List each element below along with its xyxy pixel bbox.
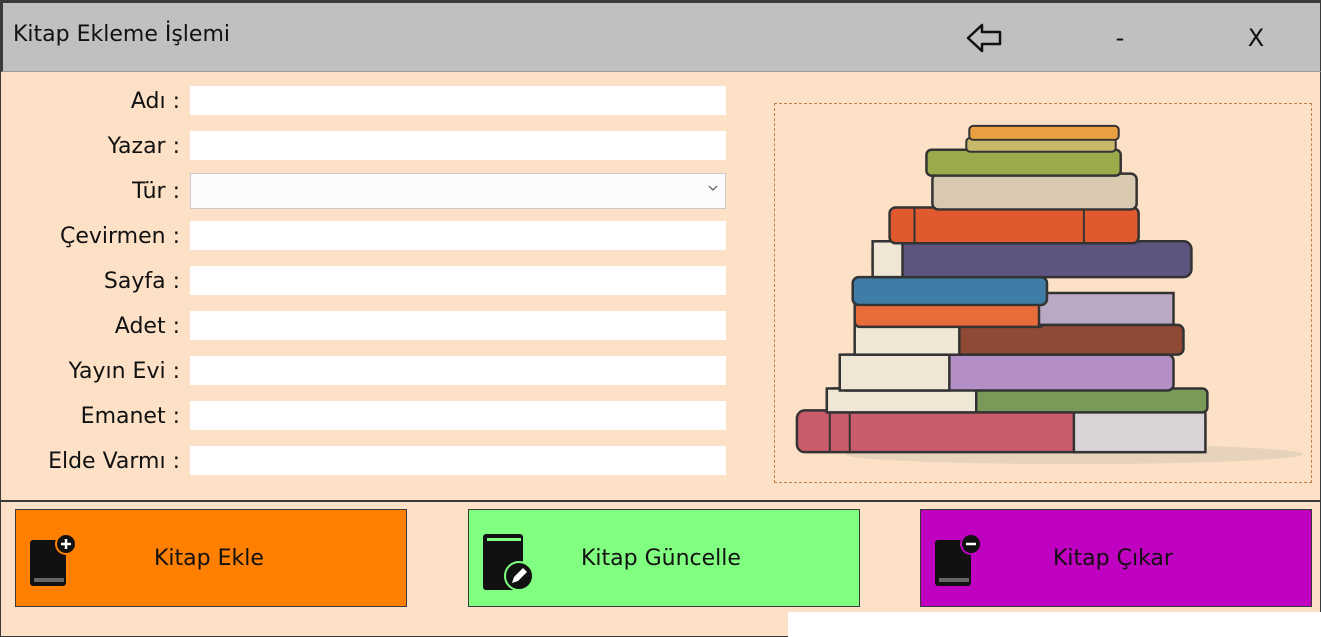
book-add-icon — [30, 533, 77, 586]
background-strip — [788, 612, 1321, 637]
genre-label: Tür : — [132, 179, 180, 204]
window-title: Kitap Ekleme İşlemi — [13, 22, 230, 47]
name-input[interactable] — [190, 86, 726, 115]
back-button[interactable] — [958, 13, 1012, 63]
remove-book-button[interactable]: Kitap Çıkar — [920, 509, 1312, 607]
close-button[interactable]: X — [1229, 13, 1283, 63]
name-label: Adı : — [130, 89, 180, 114]
translator-label: Çevirmen : — [59, 224, 180, 249]
author-label: Yazar : — [107, 134, 180, 159]
publisher-input[interactable] — [190, 356, 726, 385]
book-stack-illustration — [795, 124, 1304, 465]
loan-label: Emanet : — [80, 404, 180, 429]
quantity-label: Adet : — [114, 314, 180, 339]
genre-select[interactable] — [190, 173, 726, 209]
add-book-label: Kitap Ekle — [154, 545, 264, 571]
pages-input[interactable] — [190, 266, 726, 295]
translator-input[interactable] — [190, 221, 726, 250]
loan-input[interactable] — [190, 401, 726, 430]
in-stock-input[interactable] — [190, 446, 726, 475]
publisher-label: Yayın Evi : — [68, 359, 180, 384]
remove-book-label: Kitap Çıkar — [1053, 545, 1173, 571]
section-divider — [1, 500, 1321, 502]
pages-label: Sayfa : — [103, 269, 180, 294]
chevron-down-icon — [708, 185, 718, 191]
quantity-input[interactable] — [190, 311, 726, 340]
update-book-button[interactable]: Kitap Güncelle — [468, 509, 860, 607]
back-arrow-icon — [966, 23, 1002, 53]
book-edit-icon — [483, 534, 533, 591]
book-add-window: Kitap Ekleme İşlemi - X Adı : Yazar : Tü… — [0, 0, 1321, 637]
title-bar: Kitap Ekleme İşlemi - X — [1, 1, 1321, 72]
add-book-button[interactable]: Kitap Ekle — [15, 509, 407, 607]
book-remove-icon — [935, 533, 982, 586]
book-stack-image — [774, 103, 1312, 483]
in-stock-label: Elde Varmı : — [48, 449, 180, 474]
minimize-button[interactable]: - — [1093, 13, 1147, 63]
author-input[interactable] — [190, 131, 726, 160]
update-book-label: Kitap Güncelle — [581, 545, 741, 571]
